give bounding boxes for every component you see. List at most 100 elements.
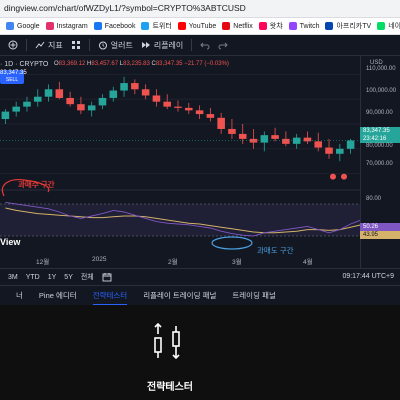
rsi-axis-label: 80.00	[366, 196, 382, 202]
alert-button[interactable]: 얼러트	[98, 40, 133, 51]
bookmark-label: Twitch	[299, 22, 320, 30]
bottom-tab[interactable]: 트레이딩 패널	[232, 290, 275, 301]
price-axis-label: 100,000.00	[366, 88, 397, 94]
bottom-tab[interactable]: 전략테스터	[92, 290, 128, 306]
bookmark-item[interactable]: Facebook	[93, 22, 135, 30]
candle-body	[33, 96, 42, 102]
compare-plus-button[interactable]	[8, 40, 18, 50]
bookmark-item[interactable]: 아프리카TV	[325, 21, 371, 31]
candle-body	[195, 110, 204, 115]
candle-body	[23, 101, 31, 107]
candle-body	[249, 138, 258, 143]
undo-icon	[200, 42, 210, 50]
plus-circle-icon	[8, 40, 18, 50]
bottom-panel-tabs: 너 Pine 에디터 전략테스터 리플레이 트레이딩 패널 트레이딩 패널	[0, 285, 400, 306]
bookmark-favicon-icon	[6, 22, 14, 30]
candle-body	[66, 97, 74, 105]
event-marker	[330, 173, 336, 180]
undo-button[interactable]	[200, 40, 210, 50]
change-value: −21.77 (−0.03%)	[184, 61, 229, 67]
bookmark-favicon-icon	[177, 22, 186, 30]
layout-grid-button[interactable]	[71, 40, 81, 50]
candle-body	[109, 90, 118, 98]
last-price-tag: 83,347.35	[360, 127, 400, 135]
tradingview-window: dingview.com/chart/ofWZDyL1/?symbol=CRYP…	[0, 0, 400, 400]
indicators-button[interactable]: 지표	[35, 40, 63, 51]
chart-canvas[interactable]	[0, 56, 400, 268]
candle-body	[346, 140, 355, 149]
toolbar-divider	[88, 39, 90, 51]
candle-body	[131, 83, 139, 90]
chart-top-toolbar: 지표 얼러트 리플레이	[0, 35, 400, 56]
bookmark-favicon-icon	[93, 22, 102, 30]
bookmark-label: 네이버 웹툰	[388, 23, 400, 30]
bookmark-label: Netflix	[233, 22, 253, 30]
candle-body	[228, 128, 236, 134]
bookmark-item[interactable]: YouTube	[177, 22, 216, 30]
bookmark-item[interactable]: 네이버 웹툰	[377, 21, 400, 31]
redo-icon	[218, 42, 228, 50]
range-ytd-button[interactable]: YTD	[26, 274, 40, 281]
bottom-tab[interactable]: 너	[16, 290, 23, 301]
low-value: 83,235.83	[123, 61, 150, 67]
redo-button[interactable]	[218, 40, 228, 50]
symbol-legend[interactable]: · 1D · CRYPTO	[0, 61, 48, 68]
price-axis-label: 110,000.00	[366, 66, 396, 72]
time-axis-label: 2월	[168, 259, 178, 266]
price-axis-label: 90,000.00	[366, 110, 393, 116]
price-axis-label: 80,000.00	[366, 143, 393, 149]
candle-body	[163, 101, 171, 107]
bookmark-label: Instagram	[56, 22, 88, 30]
bookmark-item[interactable]: Twitch	[288, 22, 320, 30]
bookmark-label: 왓챠	[269, 23, 283, 30]
time-axis-label: 12월	[36, 259, 50, 266]
time-axis-label: 2025	[92, 256, 107, 263]
bookmark-favicon-icon	[141, 22, 150, 30]
symbol-info: · 1D · CRYPTO	[0, 61, 49, 68]
candle-body	[314, 141, 323, 148]
open-value: 83,369.12	[58, 61, 86, 67]
time-axis-label: 4월	[303, 259, 313, 266]
candle-body	[238, 133, 247, 139]
range-all-button[interactable]: 전체	[81, 272, 94, 282]
candle-body	[12, 106, 20, 112]
candle-body	[282, 138, 290, 144]
close-value: 83,347.35	[155, 61, 183, 67]
event-marker	[341, 173, 347, 180]
price-chart[interactable]	[0, 56, 400, 268]
browser-url-bar[interactable]: dingview.com/chart/ofWZDyL1/?symbol=CRYP…	[0, 0, 400, 18]
candle-body	[55, 89, 64, 98]
calendar-icon[interactable]	[102, 272, 112, 282]
bookmark-item[interactable]: Instagram	[45, 22, 88, 30]
replay-label: 리플레이	[153, 40, 184, 50]
candle-body	[303, 137, 312, 142]
bookmark-item[interactable]: 왓챠	[258, 21, 283, 31]
range-3m-button[interactable]: 3M	[8, 274, 18, 281]
candle-body	[217, 117, 225, 129]
bookmark-favicon-icon	[288, 22, 297, 30]
sell-price-badge[interactable]: 83,347.35 SELL	[0, 70, 27, 84]
countdown-tag: 23:42:16	[360, 135, 400, 143]
bottom-tab[interactable]: Pine 에디터	[39, 290, 77, 301]
candle-body	[1, 111, 10, 120]
bookmark-favicon-icon	[222, 22, 231, 30]
candle-body	[98, 97, 107, 106]
url-text[interactable]: dingview.com/chart/ofWZDyL1/?symbol=CRYP…	[4, 3, 246, 13]
candle-body	[141, 89, 150, 96]
candle-body	[271, 135, 279, 139]
range-5y-button[interactable]: 5Y	[64, 274, 73, 281]
strategy-tester-title: 전략테스터	[147, 382, 193, 393]
range-1y-button[interactable]: 1Y	[48, 274, 57, 281]
bookmark-favicon-icon	[258, 22, 267, 30]
candle-body	[185, 107, 193, 111]
bottom-tab[interactable]: 리플레이 트레이딩 패널	[143, 290, 216, 301]
indicators-label: 지표	[48, 40, 63, 50]
bookmark-favicon-icon	[325, 22, 334, 30]
bookmark-item[interactable]: 트위터	[141, 21, 172, 31]
clock-timezone[interactable]: 09:17:44 UTC+9	[342, 273, 394, 280]
replay-button[interactable]: 리플레이	[141, 40, 183, 51]
bookmark-item[interactable]: Netflix	[222, 22, 253, 30]
candle-body	[87, 105, 96, 111]
bookmark-item[interactable]: Google	[6, 22, 40, 30]
bookmark-label: 트위터	[152, 23, 172, 30]
